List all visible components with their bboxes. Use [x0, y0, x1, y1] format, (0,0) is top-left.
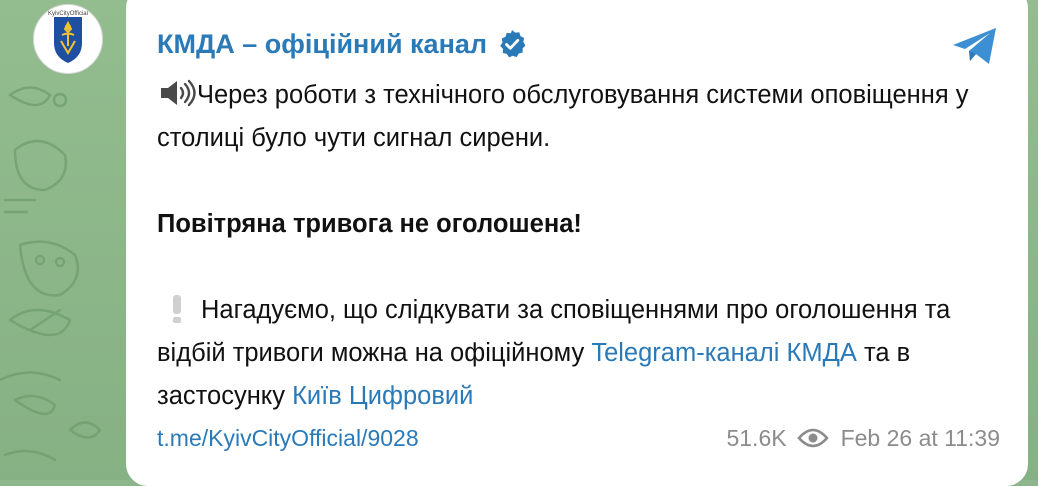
channel-avatar[interactable]: KyivCityOfficial [33, 4, 103, 74]
telegram-channel-link[interactable]: Telegram-каналі КМДА [591, 339, 857, 367]
message-meta: 51.6K Feb 26 at 11:39 [726, 425, 1000, 452]
exclamation-icon [173, 295, 181, 323]
message-line-1: Через роботи з технічного обслуговування… [157, 81, 969, 152]
message-paragraph-3: Нагадуємо, що слідкувати за сповіщеннями… [157, 289, 1017, 418]
message-footer: t.me/KyivCityOfficial/9028 51.6K Feb 26 … [157, 420, 1000, 456]
telegram-share-icon[interactable] [950, 24, 1000, 68]
kyiv-digital-link[interactable]: Київ Цифровий [292, 382, 473, 410]
view-count: 51.6K [726, 424, 787, 451]
timestamp: Feb 26 at 11:39 [840, 424, 1000, 451]
message-text: Через роботи з технічного обслуговування… [157, 74, 1017, 418]
message-header: КМДА – офіційний канал [157, 24, 527, 64]
speaker-icon [161, 79, 196, 107]
svg-text:KyivCityOfficial: KyivCityOfficial [48, 11, 88, 17]
post-link[interactable]: t.me/KyivCityOfficial/9028 [157, 425, 419, 452]
message-bold-line: Повітряна тривога не оголошена! [157, 210, 582, 238]
message-paragraph-1: Через роботи з технічного обслуговування… [157, 74, 1017, 160]
kyiv-coat-of-arms-icon: KyivCityOfficial [48, 11, 88, 63]
channel-name[interactable]: КМДА – офіційний канал [157, 24, 487, 64]
verified-badge-icon [500, 30, 526, 58]
eye-icon [796, 428, 829, 448]
